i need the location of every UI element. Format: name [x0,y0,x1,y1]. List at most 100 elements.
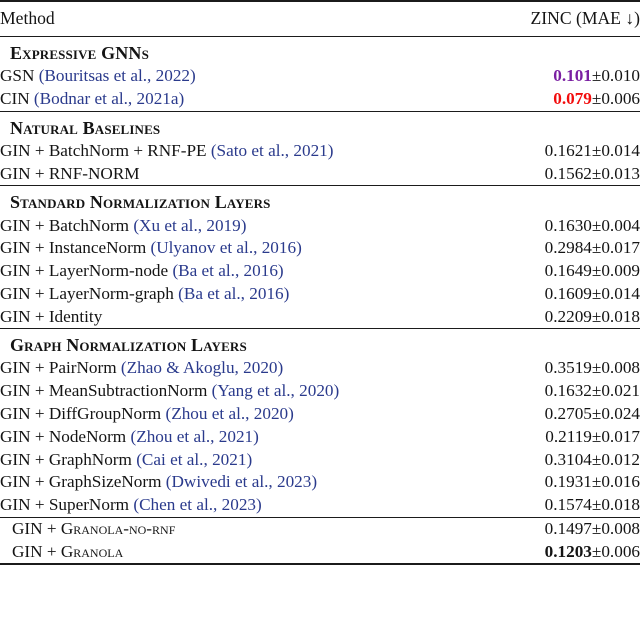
metric-std-error: 0.008 [601,358,640,378]
metric-std-error: 0.012 [601,449,640,469]
metric-value: 0.1630 [544,215,592,235]
citation-link[interactable]: (Zhou et al., 2021) [130,427,258,446]
metric-std-error: 0.018 [601,495,640,515]
method-label: GIN + GraphSizeNorm [0,472,166,492]
method-name-cell: GIN + RNF-NORM [0,162,470,185]
method-name-cell: GIN + MeanSubtractionNorm (Yang et al., … [0,380,470,403]
plus-minus-symbol: ± [591,495,602,515]
table-row: GIN + DiffGroupNorm (Zhou et al., 2020) 0… [0,403,640,426]
table-row: GIN + SuperNorm (Chen et al., 2023) 0.157… [0,494,640,517]
citation-link[interactable]: (Ba et al., 2016) [172,261,283,280]
citation-link[interactable]: (Chen et al., 2023) [133,495,261,514]
table-row: GIN + LayerNorm-graph (Ba et al., 2016) 0… [0,282,640,305]
method-label: GIN + [12,518,61,538]
citation-link[interactable]: (Zhao & Akoglu, 2020) [121,358,283,377]
plus-minus-symbol: ± [591,472,602,492]
plus-minus-symbol: ± [591,426,602,446]
metric-std-error: 0.021 [601,381,640,401]
metric-value: 0.1649 [544,261,592,281]
method-label: GIN + RNF-NORM [0,163,140,183]
method-name-smallcaps: Granola [60,541,124,561]
metric-value-cell: 0.1621±0.014 [470,140,640,163]
section-title: Natural Baselines [10,117,161,138]
metric-std-error: 0.024 [601,403,640,423]
method-label: GSN [0,66,39,86]
table-row: GIN + RNF-NORM 0.1562±0.013 [0,162,640,185]
rule-line [0,563,640,567]
method-name-cell: GIN + GraphNorm (Cai et al., 2021) [0,448,470,471]
table-row: GIN + GraphNorm (Cai et al., 2021) 0.3104… [0,448,640,471]
method-name-cell: GIN + BatchNorm (Xu et al., 2019) [0,214,470,237]
method-name-cell: GIN + NodeNorm (Zhou et al., 2021) [0,425,470,448]
citation-link[interactable]: (Yang et al., 2020) [212,381,340,400]
method-name-cell: GIN + DiffGroupNorm (Zhou et al., 2020) [0,403,470,426]
column-header-method: Method [0,8,55,28]
metric-value: 0.1203 [544,541,592,561]
method-label: GIN + [12,541,61,561]
metric-value: 0.3519 [544,358,592,378]
plus-minus-symbol: ± [591,238,602,258]
plus-minus-symbol: ± [591,358,602,378]
method-label: GIN + GraphNorm [0,449,137,469]
section-heading-row: Graph Normalization Layers [0,329,640,357]
plus-minus-symbol: ± [591,381,602,401]
method-name-cell: GIN + Granola-no-rnf [0,518,470,541]
metric-value-cell: 0.1609±0.014 [470,282,640,305]
method-name-smallcaps: Granola-no-rnf [60,518,176,538]
metric-value: 0.2705 [544,403,592,423]
citation-link[interactable]: (Cai et al., 2021) [136,450,252,469]
method-label: GIN + LayerNorm-graph [0,283,179,303]
section-title: Expressive GNNs [10,43,149,63]
results-table-container: Method ZINC (MAE ↓) Expressive GNNs GSN (Bo… [0,0,640,626]
metric-value-cell: 0.1497±0.008 [470,518,640,541]
section-heading-row: Natural Baselines [0,112,640,140]
method-label: GIN + BatchNorm [0,215,134,235]
table-row: GIN + InstanceNorm (Ulyanov et al., 2016… [0,237,640,260]
table-bottom-rule [0,563,640,567]
citation-link[interactable]: (Bodnar et al., 2021a) [34,89,184,108]
metric-value: 0.1574 [544,495,592,515]
plus-minus-symbol: ± [591,163,602,183]
citation-link[interactable]: (Ulyanov et al., 2016) [151,238,302,257]
table-row: GIN + PairNorm (Zhao & Akoglu, 2020) 0.35… [0,357,640,380]
section-heading-row: Standard Normalization Layers [0,186,640,214]
citation-link[interactable]: (Ba et al., 2016) [178,284,289,303]
plus-minus-symbol: ± [591,89,602,109]
metric-value: 0.2209 [544,306,592,326]
table-row: GIN + GraphSizeNorm (Dwivedi et al., 202… [0,471,640,494]
citation-link[interactable]: (Sato et al., 2021) [211,141,334,160]
citation-link[interactable]: (Xu et al., 2019) [133,216,246,235]
metric-std-error: 0.004 [601,215,640,235]
plus-minus-symbol: ± [591,215,602,235]
method-label: GIN + SuperNorm [0,495,134,515]
table-row: GIN + Granola 0.1203±0.006 [0,540,640,564]
metric-std-error: 0.018 [601,306,640,326]
metric-value: 0.2984 [544,238,592,258]
metric-value-cell: 0.079±0.006 [470,88,640,111]
method-name-cell: GIN + InstanceNorm (Ulyanov et al., 2016… [0,237,470,260]
method-label: GIN + MeanSubtractionNorm [0,381,212,401]
metric-value-cell: 0.1574±0.018 [470,494,640,517]
metric-value-cell: 0.1203±0.006 [470,540,640,564]
method-name-cell: GIN + LayerNorm-node (Ba et al., 2016) [0,260,470,283]
metric-value: 0.101 [553,66,592,86]
citation-link[interactable]: (Bouritsas et al., 2022) [39,66,196,85]
section-heading-row: Expressive GNNs [0,37,640,65]
metric-value-cell: 0.2984±0.017 [470,237,640,260]
plus-minus-symbol: ± [591,541,602,561]
metric-value: 0.1632 [544,381,592,401]
section-title: Standard Normalization Layers [10,192,271,213]
citation-link[interactable]: (Zhou et al., 2020) [165,404,293,423]
metric-value: 0.1497 [544,518,592,538]
metric-value: 0.1621 [544,140,592,160]
method-name-cell: CIN (Bodnar et al., 2021a) [0,88,470,111]
table-row: GIN + Granola-no-rnf 0.1497±0.008 [0,518,640,541]
method-label: GIN + PairNorm [0,358,121,378]
results-table: Method ZINC (MAE ↓) Expressive GNNs GSN (Bo… [0,0,640,567]
table-row: GIN + NodeNorm (Zhou et al., 2021) 0.2119… [0,425,640,448]
method-name-cell: GIN + PairNorm (Zhao & Akoglu, 2020) [0,357,470,380]
method-name-cell: GIN + Granola [0,540,470,564]
metric-value: 0.079 [553,89,592,109]
method-name-cell: GIN + SuperNorm (Chen et al., 2023) [0,494,470,517]
citation-link[interactable]: (Dwivedi et al., 2023) [166,472,317,491]
